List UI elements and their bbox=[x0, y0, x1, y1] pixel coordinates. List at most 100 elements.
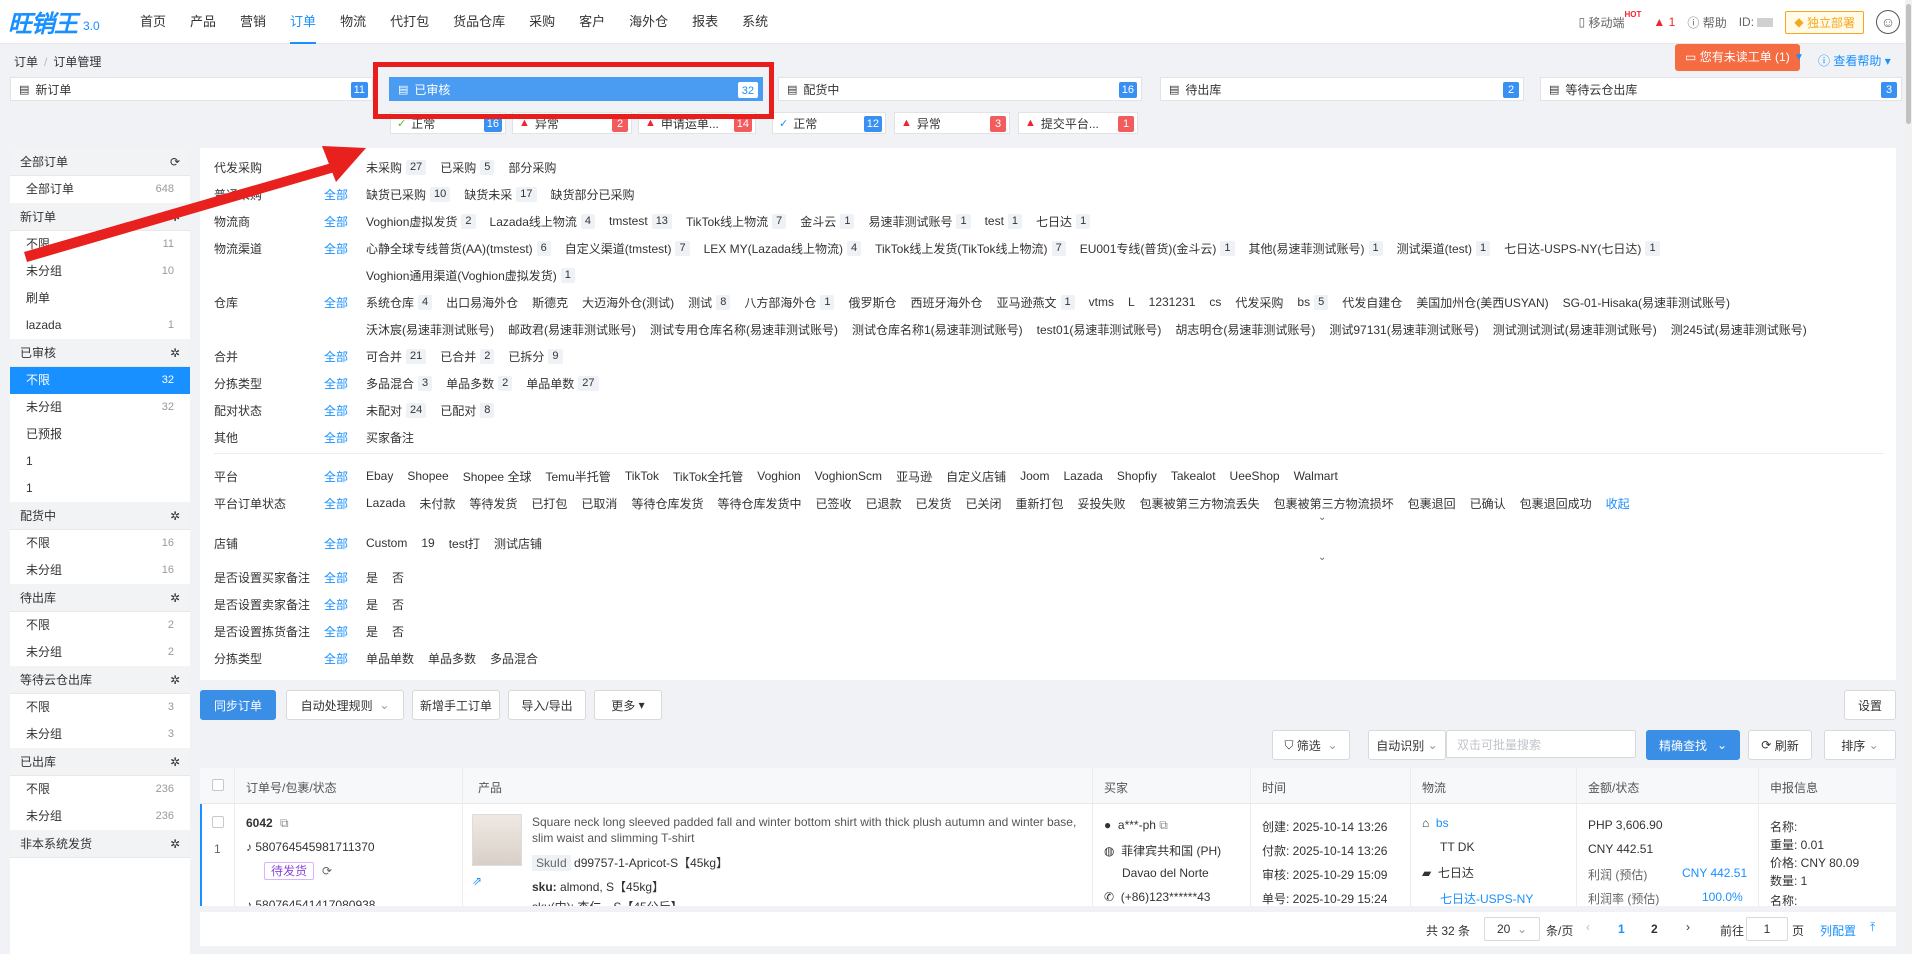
filter-option[interactable]: 测试测试测试(易速菲测试账号) bbox=[1493, 321, 1657, 338]
expand-chevron-icon[interactable]: ⌄ bbox=[1318, 512, 1326, 523]
step-cloud-warehouse[interactable]: ▤ 等待云仓出库 3 bbox=[1540, 77, 1902, 101]
filter-all-link[interactable]: 全部 bbox=[324, 623, 356, 640]
filter-option[interactable]: 包裹退回成功 bbox=[1520, 495, 1592, 512]
filter-option[interactable]: 自定义渠道(tmstest) 7 bbox=[565, 240, 690, 257]
deploy-button[interactable]: ◆ 独立部署 bbox=[1785, 10, 1864, 34]
external-link-icon[interactable]: ⇗ bbox=[472, 874, 482, 888]
sidebar-item-unlimited[interactable]: 不限 2 bbox=[10, 612, 190, 639]
filter-all-link[interactable]: 全部 bbox=[324, 650, 356, 667]
filter-option[interactable]: 测试仓库名称1(易速菲测试账号) bbox=[852, 321, 1023, 338]
gear-icon[interactable]: ✲ bbox=[170, 584, 180, 611]
sidebar-item-lazada[interactable]: lazada 1 bbox=[10, 312, 190, 339]
filter-all-link[interactable]: 全部 bbox=[324, 294, 356, 311]
page-2[interactable]: 2 bbox=[1651, 922, 1658, 936]
filter-option[interactable]: SG-01-Hisaka(易速菲测试账号) bbox=[1563, 294, 1730, 311]
substep-submit-platform[interactable]: ▲ 提交平台... 1 bbox=[1018, 112, 1138, 134]
filter-option[interactable]: 代发采购 bbox=[1235, 294, 1283, 311]
filter-option[interactable]: Shopfiy bbox=[1117, 469, 1157, 483]
nav-reports[interactable]: 报表 bbox=[680, 0, 730, 44]
sidebar-item-ungrouped[interactable]: 未分组 2 bbox=[10, 639, 190, 666]
filter-option[interactable]: 其他(易速菲测试账号) 1 bbox=[1249, 240, 1383, 257]
batch-search-input[interactable]: 双击可批量搜索 bbox=[1446, 730, 1636, 758]
filter-option[interactable]: 缺货已采购 10 bbox=[366, 186, 451, 203]
filter-option[interactable]: Shopee bbox=[407, 469, 448, 483]
sidebar-item-brush[interactable]: 刷单 bbox=[10, 285, 190, 312]
next-page-icon[interactable]: › bbox=[1686, 920, 1690, 934]
filter-option[interactable]: 单品单数 bbox=[366, 650, 414, 667]
filter-all-link[interactable]: 全部 bbox=[324, 348, 356, 365]
filter-option[interactable]: 测试渠道(test) 1 bbox=[1397, 240, 1491, 257]
sidebar-item-ungrouped[interactable]: 未分组 236 bbox=[10, 803, 190, 830]
filter-option[interactable]: 亚马逊燕文 1 bbox=[996, 294, 1075, 311]
filter-option[interactable]: 部分采购 bbox=[508, 159, 556, 176]
filter-collapse-link[interactable]: 收起 bbox=[1606, 495, 1630, 512]
goto-page-input[interactable]: 1 bbox=[1746, 917, 1788, 941]
substep-exception-2[interactable]: ▲ 异常 3 bbox=[894, 112, 1010, 134]
row-checkbox[interactable] bbox=[212, 816, 224, 831]
more-button[interactable]: 更多 ▾ bbox=[594, 690, 662, 720]
view-help-link[interactable]: ⓘ 查看帮助 ▾ bbox=[1818, 52, 1891, 69]
sidebar-item-unlimited[interactable]: 不限 11 bbox=[10, 231, 190, 258]
filter-option[interactable]: 1231231 bbox=[1149, 295, 1196, 309]
chevron-down-icon[interactable]: ▼ bbox=[1794, 52, 1804, 63]
gear-icon[interactable]: ✲ bbox=[170, 666, 180, 693]
filter-option[interactable]: Voghion bbox=[757, 469, 800, 483]
sidebar-item-ungrouped[interactable]: 未分组 10 bbox=[10, 258, 190, 285]
step-allocating[interactable]: ▤ 配货中 16 bbox=[778, 77, 1142, 101]
filter-option[interactable]: Shopee 全球 bbox=[463, 468, 532, 485]
filter-option[interactable]: Takealot bbox=[1171, 469, 1216, 483]
column-config-link[interactable]: 列配置 bbox=[1820, 922, 1856, 939]
filter-option[interactable]: 系统仓库 4 bbox=[366, 294, 433, 311]
filter-option[interactable]: 心静全球专线普货(AA)(tmstest) 6 bbox=[366, 240, 551, 257]
filter-all-link[interactable]: 全部 bbox=[324, 468, 356, 485]
filter-option[interactable]: test 1 bbox=[985, 213, 1023, 229]
filter-option[interactable]: 单品多数 2 bbox=[446, 375, 513, 392]
filter-option[interactable]: 自定义店铺 bbox=[946, 468, 1006, 485]
nav-marketing[interactable]: 营销 bbox=[228, 0, 278, 44]
filter-option[interactable]: EU001专线(普货)(金斗云) 1 bbox=[1080, 240, 1235, 257]
help-link[interactable]: ⓘ 帮助 bbox=[1687, 14, 1726, 31]
gear-icon[interactable]: ✲ bbox=[170, 748, 180, 775]
filter-option[interactable]: Lazada bbox=[1063, 469, 1102, 483]
filter-option[interactable]: vtms bbox=[1089, 295, 1114, 309]
expand-chevron-icon[interactable]: ⌄ bbox=[1318, 552, 1326, 563]
filter-option[interactable]: Lazada bbox=[366, 496, 405, 510]
filter-option[interactable]: 缺货未采 17 bbox=[464, 186, 537, 203]
filter-option[interactable]: Joom bbox=[1020, 469, 1049, 483]
filter-option[interactable]: 易速菲测试账号 1 bbox=[868, 213, 971, 230]
filter-option[interactable]: UeeShop bbox=[1230, 469, 1280, 483]
auto-rule-button[interactable]: 自动处理规则 ⌄ bbox=[286, 690, 404, 720]
nav-purchase[interactable]: 采购 bbox=[517, 0, 567, 44]
filter-option[interactable]: 多品混合 bbox=[490, 650, 538, 667]
filter-option[interactable]: 是 bbox=[366, 623, 378, 640]
step-pending-outbound[interactable]: ▤ 待出库 2 bbox=[1160, 77, 1524, 101]
filter-option[interactable]: 包裹被第三方物流损坏 bbox=[1274, 495, 1394, 512]
nav-system[interactable]: 系统 bbox=[730, 0, 780, 44]
filter-option[interactable]: 七日达 1 bbox=[1036, 213, 1091, 230]
filter-option[interactable]: LEX MY(Lazada线上物流) 4 bbox=[704, 240, 862, 257]
filter-option[interactable]: 单品单数 27 bbox=[526, 375, 599, 392]
filter-option[interactable]: test打 bbox=[449, 535, 480, 552]
page-scrollbar[interactable] bbox=[1905, 0, 1912, 954]
filter-all-link[interactable]: 全部 bbox=[324, 429, 356, 446]
filter-option[interactable]: TikTok线上发货(TikTok线上物流) 7 bbox=[875, 240, 1066, 257]
nav-logistics[interactable]: 物流 bbox=[328, 0, 378, 44]
filter-option[interactable]: 已合并 2 bbox=[440, 348, 495, 365]
filter-option[interactable]: 已关闭 bbox=[966, 495, 1002, 512]
filter-option[interactable]: Temu半托管 bbox=[545, 468, 610, 485]
sidebar-header-pending-outbound[interactable]: 待出库 ✲ bbox=[10, 584, 190, 612]
gear-icon[interactable]: ✲ bbox=[170, 203, 180, 230]
filter-option[interactable]: TikTok全托管 bbox=[673, 468, 743, 485]
logistics-provider[interactable]: ⌂ bs bbox=[1422, 816, 1449, 830]
filter-option[interactable]: 测245试(易速菲测试账号) bbox=[1671, 321, 1807, 338]
filter-option[interactable]: 否 bbox=[392, 623, 404, 640]
filter-option[interactable]: Walmart bbox=[1294, 469, 1338, 483]
filter-all-link[interactable]: 全部 bbox=[324, 186, 356, 203]
sidebar-item-unlimited[interactable]: 不限 16 bbox=[10, 530, 190, 557]
filter-option[interactable]: 等待仓库发货中 bbox=[717, 495, 801, 512]
filter-all-link[interactable]: 全部 bbox=[324, 569, 356, 586]
filter-all-link[interactable]: 全部 bbox=[324, 596, 356, 613]
filter-option[interactable]: 出口易海外仓 bbox=[446, 294, 518, 311]
filter-option[interactable]: 测试店铺 bbox=[494, 535, 542, 552]
filter-option[interactable]: TikTok线上物流 7 bbox=[686, 213, 787, 230]
